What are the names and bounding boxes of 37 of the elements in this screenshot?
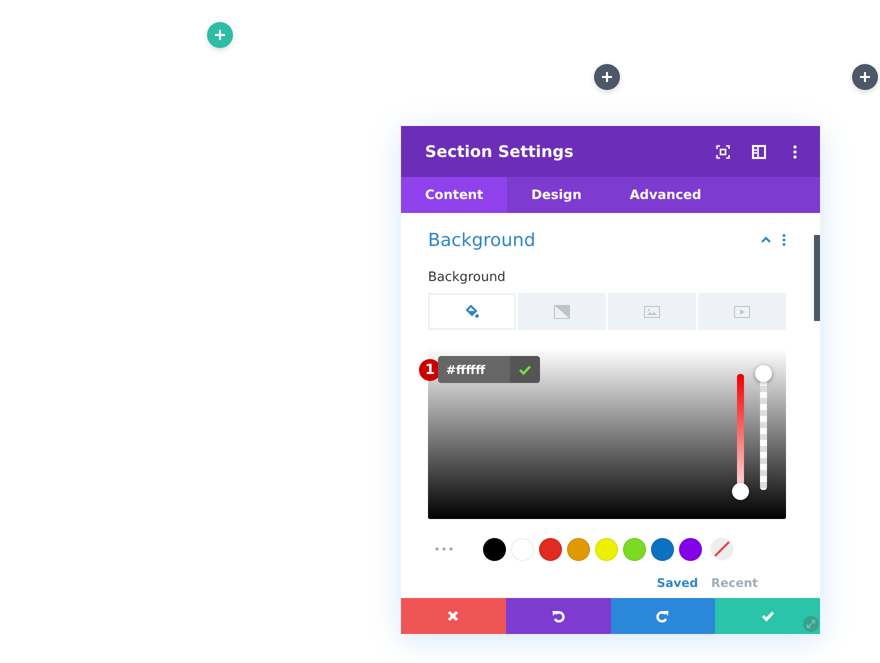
more-icon[interactable]: [782, 234, 786, 246]
redo-icon: [656, 609, 670, 623]
plus-icon: [214, 29, 226, 41]
plus-icon: [601, 71, 613, 83]
undo-icon: [551, 609, 566, 623]
color-gradient-area[interactable]: [428, 348, 786, 519]
fullscreen-icon[interactable]: [714, 142, 732, 160]
hex-input[interactable]: #ffffff: [438, 356, 510, 383]
add-button[interactable]: [594, 64, 620, 90]
check-icon: [519, 364, 531, 374]
apply-button[interactable]: [510, 356, 540, 383]
paint-bucket-icon: [464, 304, 480, 318]
tab[interactable]: Design: [507, 177, 606, 213]
section-title[interactable]: Background: [428, 230, 750, 250]
scrollbar[interactable]: [814, 235, 820, 321]
modal-title: Section Settings: [425, 142, 574, 161]
close-icon: [446, 609, 460, 623]
palette-tab[interactable]: Saved: [656, 576, 698, 590]
field-label: Background: [428, 270, 507, 285]
color-swatch[interactable]: [567, 538, 590, 560]
color-swatch[interactable]: [651, 538, 674, 560]
color-swatch[interactable]: [595, 538, 618, 560]
color-swatch[interactable]: [679, 538, 702, 560]
tab[interactable]: Content: [401, 177, 508, 213]
image-icon: [644, 304, 660, 318]
plus-icon: [859, 71, 871, 83]
check-icon: [760, 609, 775, 623]
tab[interactable]: Advanced: [606, 177, 726, 213]
no-color-icon[interactable]: [710, 537, 734, 561]
color-swatch[interactable]: [483, 538, 506, 560]
resize-handle-icon[interactable]: [803, 616, 819, 632]
color-swatch[interactable]: [539, 538, 562, 560]
video-icon: [734, 304, 750, 318]
add-button[interactable]: [852, 64, 878, 90]
color-swatch[interactable]: [623, 538, 646, 560]
sidebar-layout-icon[interactable]: [750, 142, 768, 160]
gradient-icon: [554, 304, 570, 318]
